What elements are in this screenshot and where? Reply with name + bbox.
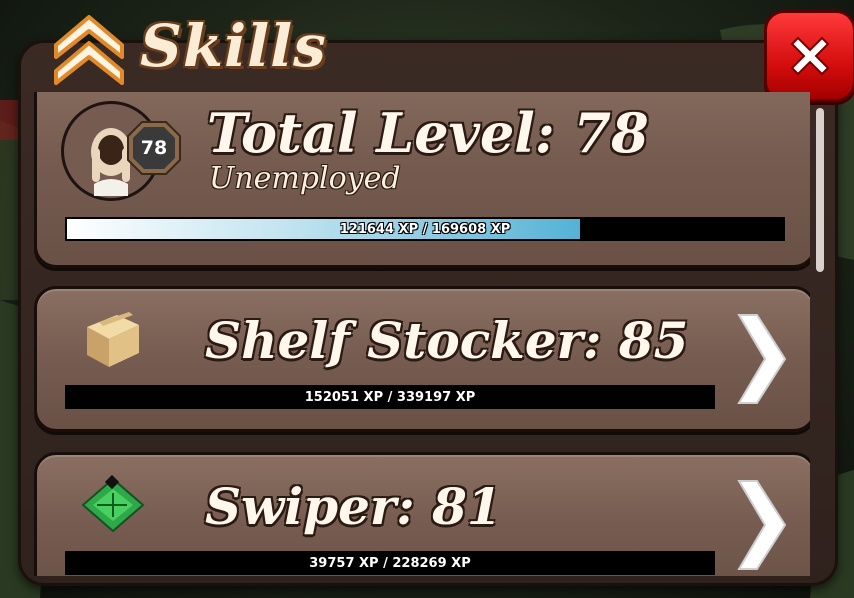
scrollbar[interactable] (816, 108, 824, 272)
skill-title-shelf-stocker: Shelf Stocker: 85 (205, 311, 689, 370)
panel-title: Skills (140, 12, 327, 80)
occupation-label: Unemployed (209, 161, 401, 196)
skill-card-swiper[interactable]: Swiper: 81 39757 XP / 228269 XP (34, 452, 810, 576)
chevron-right-icon[interactable] (731, 477, 791, 573)
skill-card-shelf-stocker[interactable]: Shelf Stocker: 85 152051 XP / 339197 XP (34, 286, 810, 432)
skill-title-swiper: Swiper: 81 (205, 477, 502, 536)
double-chevron-up-icon (54, 15, 124, 85)
total-level-title: Total Level: 78 (207, 101, 649, 165)
total-level-card: 78 Total Level: 78 Unemployed 121644 XP … (34, 92, 810, 268)
close-button[interactable] (764, 10, 854, 102)
close-icon (790, 36, 830, 76)
total-xp-text: 121644 XP / 169608 XP (339, 221, 511, 237)
panel-header: Skills (50, 6, 327, 86)
skills-list[interactable]: 78 Total Level: 78 Unemployed 121644 XP … (34, 92, 810, 576)
level-badge-number: 78 (140, 137, 168, 159)
cardboard-box-icon (87, 312, 139, 367)
skill-xp-text: 39757 XP / 228269 XP (309, 555, 471, 571)
skill-xp-bar: 152051 XP / 339197 XP (65, 385, 715, 409)
circuit-board-icon (81, 474, 145, 533)
skill-xp-bar: 39757 XP / 228269 XP (65, 551, 715, 575)
skill-xp-text: 152051 XP / 339197 XP (304, 389, 476, 405)
total-xp-bar: 121644 XP / 169608 XP (65, 217, 785, 241)
chevron-right-icon[interactable] (731, 311, 791, 407)
